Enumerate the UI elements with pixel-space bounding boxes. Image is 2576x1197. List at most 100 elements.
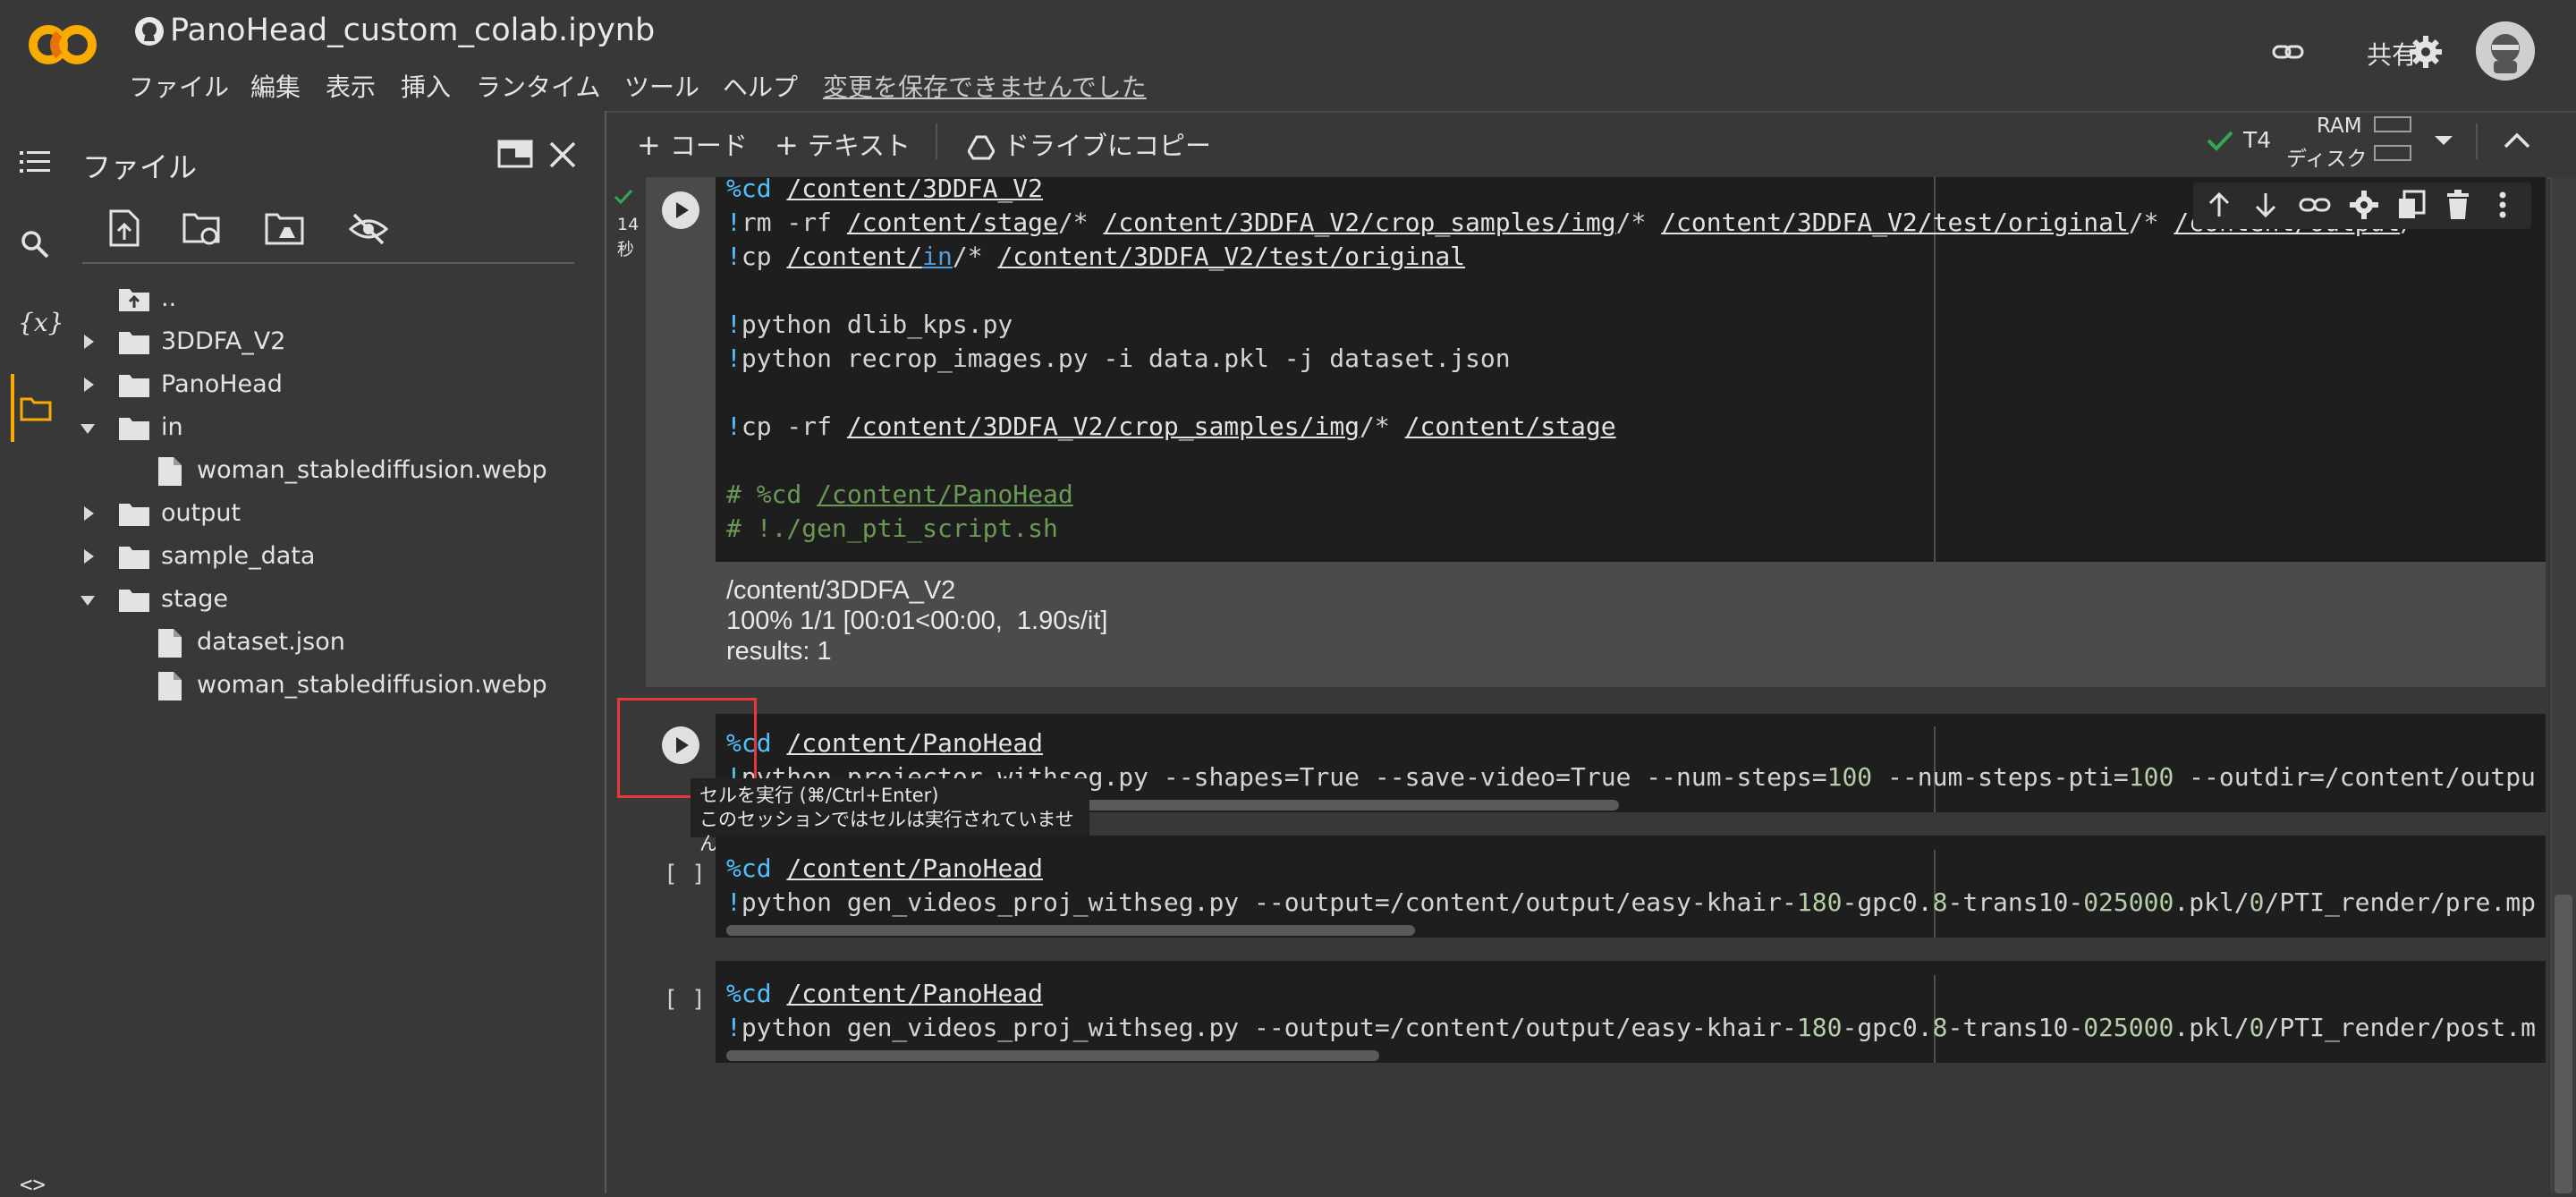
- folder-icon: [118, 415, 150, 442]
- move-up-icon[interactable]: [2206, 190, 2233, 220]
- horizontal-scrollbar[interactable]: [726, 1050, 1379, 1061]
- code-line: !cp /content/in/* /content/3DDFA_V2/test…: [726, 242, 1466, 271]
- tree-item-stage-webp[interactable]: woman_stablediffusion.webp: [197, 671, 547, 699]
- copy-to-drive-label: ドライブにコピー: [1004, 131, 1212, 161]
- variables-icon[interactable]: {𝑥}: [18, 308, 64, 337]
- hide-files-icon[interactable]: [347, 211, 390, 247]
- ram-label: RAM: [2317, 115, 2362, 138]
- code-line: # !./gen_pti_script.sh: [726, 514, 1058, 543]
- file-panel-title: ファイル: [82, 150, 198, 184]
- tree-item-parent[interactable]: ..: [161, 284, 176, 312]
- menu-edit[interactable]: 編集: [250, 68, 301, 104]
- mount-drive-icon[interactable]: [265, 211, 306, 247]
- menu-help[interactable]: ヘルプ: [723, 68, 798, 104]
- search-icon[interactable]: [20, 229, 50, 259]
- run-cell-tooltip: セルを実行 (⌘/Ctrl+Enter) このセッションではセルは実行されていま…: [691, 778, 1089, 854]
- code-line: # %cd /content/PanoHead: [726, 480, 1073, 509]
- tree-item-in-webp[interactable]: woman_stablediffusion.webp: [197, 456, 547, 484]
- code-line: !python gen_videos_proj_withseg.py --out…: [726, 887, 2536, 917]
- tree-item-sample-data[interactable]: sample_data: [161, 542, 315, 570]
- toolbar-divider: [2476, 123, 2478, 159]
- file-icon: [157, 628, 182, 658]
- unsaved-notice-link[interactable]: 変更を保存できませんでした: [823, 68, 1147, 104]
- add-text-label: テキスト: [807, 131, 911, 161]
- settings-gear-icon[interactable]: [2408, 34, 2444, 70]
- page-scrollbar-thumb[interactable]: [2555, 895, 2572, 1193]
- exec-time: 14: [617, 215, 640, 234]
- tree-item-output[interactable]: output: [161, 499, 241, 527]
- code-line: !python dlib_kps.py: [726, 310, 1013, 339]
- refresh-folder-icon[interactable]: [182, 211, 224, 247]
- file-icon: [157, 671, 182, 701]
- delete-cell-icon[interactable]: [2445, 190, 2470, 220]
- folder-icon: [118, 329, 150, 356]
- tree-item-3ddfa-v2[interactable]: 3DDFA_V2: [161, 327, 285, 355]
- collapse-caret-icon[interactable]: [80, 596, 95, 606]
- cell-exec-bracket[interactable]: [ ]: [664, 861, 706, 887]
- drive-icon: [968, 135, 995, 160]
- expand-caret-icon[interactable]: [84, 506, 94, 521]
- add-text-button[interactable]: + テキスト: [775, 125, 911, 163]
- tree-item-stage[interactable]: stage: [161, 585, 228, 613]
- menu-runtime[interactable]: ランタイム: [476, 68, 600, 104]
- open-in-tab-icon[interactable]: [497, 138, 533, 170]
- menu-insert[interactable]: 挿入: [401, 68, 451, 104]
- menu-tools[interactable]: ツール: [624, 68, 699, 104]
- table-of-contents-icon[interactable]: [20, 149, 50, 175]
- upload-file-icon[interactable]: [107, 209, 141, 247]
- colab-logo[interactable]: [25, 20, 100, 70]
- output-line: results: 1: [726, 637, 832, 666]
- close-panel-icon[interactable]: [547, 140, 578, 170]
- menu-file[interactable]: ファイル: [129, 68, 229, 104]
- plus-icon: +: [637, 128, 661, 162]
- link-icon: [2272, 45, 2304, 59]
- runtime-type[interactable]: T4: [2243, 127, 2271, 153]
- output-line: 100% 1/1 [00:01<00:00, 1.90s/it]: [726, 607, 1108, 635]
- share-button[interactable]: [2270, 34, 2306, 70]
- tree-item-panohead[interactable]: PanoHead: [161, 370, 283, 398]
- expand-caret-icon[interactable]: [84, 549, 94, 564]
- play-icon: [676, 202, 689, 218]
- code-line: !python gen_videos_proj_withseg.py --out…: [726, 1013, 2536, 1042]
- add-code-label: コード: [669, 131, 748, 161]
- files-folder-icon[interactable]: [20, 395, 52, 422]
- plus-icon: +: [775, 128, 799, 162]
- folder-icon: [118, 587, 150, 614]
- add-code-button[interactable]: + コード: [637, 125, 748, 163]
- collapse-header-icon[interactable]: [2503, 131, 2531, 150]
- file-icon: [157, 456, 182, 487]
- ram-usage-bar: [2374, 116, 2411, 132]
- collapse-caret-icon[interactable]: [80, 424, 95, 434]
- horizontal-scrollbar[interactable]: [726, 925, 1415, 936]
- output-line: /content/3DDFA_V2: [726, 576, 956, 605]
- code-line: !rm -rf /content/stage/* /content/3DDFA_…: [726, 208, 2430, 237]
- mirror-cell-icon[interactable]: [2397, 190, 2426, 220]
- exec-success-check-icon: [614, 188, 633, 206]
- code-editor[interactable]: [716, 961, 2546, 1063]
- copy-to-drive-button[interactable]: ドライブにコピー: [968, 125, 1211, 163]
- move-down-icon[interactable]: [2252, 190, 2279, 220]
- code-line: !python recrop_images.py -i data.pkl -j …: [726, 344, 1511, 373]
- avatar[interactable]: [2476, 21, 2535, 81]
- code-line: !cp -rf /content/3DDFA_V2/crop_samples/i…: [726, 412, 1616, 441]
- expand-caret-icon[interactable]: [84, 378, 94, 392]
- tree-item-in[interactable]: in: [161, 413, 183, 441]
- cell-settings-gear-icon[interactable]: [2349, 190, 2379, 220]
- cell-gutter: [646, 177, 716, 562]
- more-options-icon[interactable]: [2497, 190, 2508, 220]
- toolbar-divider: [936, 123, 937, 159]
- cell-exec-bracket[interactable]: [ ]: [664, 986, 706, 1013]
- expand-caret-icon[interactable]: [84, 335, 94, 349]
- menu-view[interactable]: 表示: [326, 68, 376, 104]
- link-icon[interactable]: [2299, 193, 2331, 216]
- code-line: %cd /content/PanoHead: [726, 728, 1044, 758]
- code-line: %cd /content/PanoHead: [726, 979, 1044, 1008]
- github-icon: [134, 16, 165, 47]
- runtime-dropdown-icon[interactable]: [2435, 136, 2453, 145]
- code-editor[interactable]: [716, 836, 2546, 938]
- notebook-title[interactable]: PanoHead_custom_colab.ipynb: [170, 13, 655, 48]
- run-cell-button[interactable]: [662, 191, 699, 229]
- disk-label: ディスク: [2286, 148, 2368, 171]
- code-line: %cd /content/PanoHead: [726, 853, 1044, 883]
- tree-item-dataset-json[interactable]: dataset.json: [197, 628, 345, 656]
